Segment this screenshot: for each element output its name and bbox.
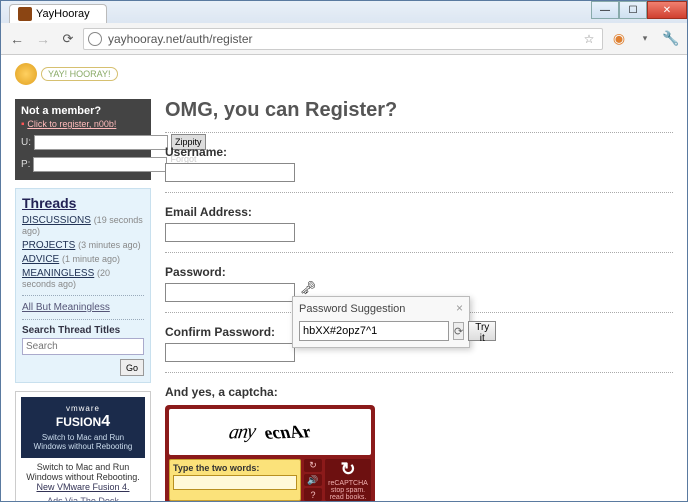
browser-toolbar: ← → ⟳ yayhooray.net/auth/register ☆ ◉ ▾ … (1, 23, 687, 55)
popup-title: Password Suggestion (299, 303, 463, 315)
extension-dropdown-icon[interactable]: ▾ (635, 29, 655, 49)
register-link[interactable]: Click to register, n00b! (27, 119, 116, 129)
thread-link[interactable]: MEANINGLESS (22, 268, 94, 279)
captcha-audio-icon[interactable]: 🔊 (304, 474, 322, 487)
email-input[interactable] (165, 223, 295, 242)
username-short-label: U: (21, 137, 31, 148)
login-heading: Not a member? (21, 105, 145, 117)
try-it-button[interactable]: Try it (468, 321, 496, 341)
site-logo-badge: YAY! HOORAY! (41, 67, 118, 81)
password-suggestion-popup: Password Suggestion × ⟳ Try it (292, 296, 470, 348)
thread-link[interactable]: ADVICE (22, 254, 59, 265)
captcha-image: any ecnAr (169, 409, 371, 455)
suggested-password-input[interactable] (299, 321, 449, 341)
password-label: Password: (165, 265, 673, 279)
thread-line: MEANINGLESS (20 seconds ago) (22, 268, 144, 290)
browser-tab[interactable]: YayHooray (9, 4, 107, 23)
ad-caption-text: Switch to Mac and Run Windows without Re… (26, 462, 140, 482)
threads-box: Threads DISCUSSIONS (19 seconds ago) PRO… (15, 188, 151, 383)
close-button[interactable]: ✕ (647, 1, 687, 19)
captcha-entry: Type the two words: (169, 459, 301, 501)
thread-age: (1 minute ago) (62, 254, 120, 264)
url-text: yayhooray.net/auth/register (108, 32, 253, 46)
ad-caption-link[interactable]: New VMware Fusion 4. (36, 482, 129, 492)
captcha-prompt: Type the two words: (173, 463, 297, 473)
thread-search-input[interactable] (22, 338, 144, 355)
thread-search-go-button[interactable]: Go (120, 359, 144, 376)
password-short-label: P: (21, 159, 30, 170)
recaptcha-badge[interactable]: ↻ reCAPTCHA stop spam. read books. (325, 459, 371, 501)
ad-brand-top: vmware (25, 404, 141, 413)
window-controls: — ☐ ✕ (591, 1, 687, 19)
register-bullet-icon: ▪ (21, 119, 25, 130)
titlebar: YayHooray — ☐ ✕ (1, 1, 687, 23)
maximize-button[interactable]: ☐ (619, 1, 647, 19)
site-logo-icon[interactable] (15, 63, 37, 85)
thread-line: DISCUSSIONS (19 seconds ago) (22, 215, 144, 237)
search-thread-label: Search Thread Titles (22, 325, 144, 336)
username-input[interactable] (165, 163, 295, 182)
url-bar[interactable]: yayhooray.net/auth/register ☆ (83, 28, 603, 50)
thread-line: ADVICE (1 minute ago) (22, 254, 144, 265)
popup-close-icon[interactable]: × (456, 301, 463, 315)
all-but-link[interactable]: All But Meaningless (22, 302, 144, 313)
key-cursor-icon: 🗝 (300, 280, 317, 296)
back-button[interactable]: ← (7, 29, 27, 49)
recaptcha-brand: reCAPTCHA (328, 480, 368, 487)
username-label: Username: (165, 145, 673, 159)
email-label: Email Address: (165, 205, 673, 219)
globe-icon (88, 32, 102, 46)
threads-heading[interactable]: Threads (22, 195, 144, 211)
captcha-word-2: ecnAr (262, 421, 314, 444)
tab-title: YayHooray (36, 8, 90, 20)
ad-banner[interactable]: vmware FUSION4 Switch to Mac and Run Win… (21, 397, 145, 458)
favicon-icon (18, 7, 32, 21)
captcha-controls: ↻ 🔊 ? (304, 459, 322, 501)
login-username-input[interactable] (34, 135, 168, 150)
recaptcha-tag2: read books. (330, 494, 367, 501)
bookmark-star-icon[interactable]: ☆ (580, 30, 598, 48)
forward-button[interactable]: → (33, 29, 53, 49)
page-content: YAY! HOORAY! Not a member? ▪ Click to re… (1, 55, 687, 501)
ad-brand: FUSION (56, 415, 101, 429)
minimize-button[interactable]: — (591, 1, 619, 19)
site-logo-row: YAY! HOORAY! (15, 63, 673, 85)
settings-wrench-icon[interactable]: 🔧 (661, 29, 681, 49)
regenerate-icon[interactable]: ⟳ (453, 322, 464, 340)
page-title: OMG, you can Register? (165, 99, 673, 122)
ad-via-link[interactable]: Ads Via The Deck (21, 496, 145, 501)
thread-link[interactable]: DISCUSSIONS (22, 215, 91, 226)
reload-button[interactable]: ⟳ (59, 30, 77, 48)
confirm-password-input[interactable] (165, 343, 295, 362)
left-sidebar: Not a member? ▪ Click to register, n00b!… (15, 99, 151, 501)
browser-window: YayHooray — ☐ ✕ ← → ⟳ yayhooray.net/auth… (0, 0, 688, 502)
captcha-widget: any ecnAr Type the two words: ↻ 🔊 ? (165, 405, 375, 501)
captcha-refresh-icon[interactable]: ↻ (304, 459, 322, 472)
thread-age: (3 minutes ago) (78, 240, 141, 250)
captcha-help-icon[interactable]: ? (304, 488, 322, 501)
captcha-heading: And yes, a captcha: (165, 385, 673, 399)
ad-box: vmware FUSION4 Switch to Mac and Run Win… (15, 391, 151, 501)
thread-link[interactable]: PROJECTS (22, 240, 75, 251)
recaptcha-logo-icon: ↻ (340, 459, 355, 480)
recaptcha-tag1: stop spam. (331, 487, 365, 494)
ad-tag: Switch to Mac and Run Windows without Re… (25, 433, 141, 451)
login-box: Not a member? ▪ Click to register, n00b!… (15, 99, 151, 180)
thread-line: PROJECTS (3 minutes ago) (22, 240, 144, 251)
extension-icon[interactable]: ◉ (609, 29, 629, 49)
captcha-word-1: any (227, 420, 256, 444)
password-input[interactable] (165, 283, 295, 302)
ad-caption: Switch to Mac and Run Windows without Re… (21, 462, 145, 492)
captcha-input[interactable] (173, 475, 297, 490)
ad-version: 4 (101, 413, 110, 430)
login-password-input[interactable] (33, 157, 167, 172)
